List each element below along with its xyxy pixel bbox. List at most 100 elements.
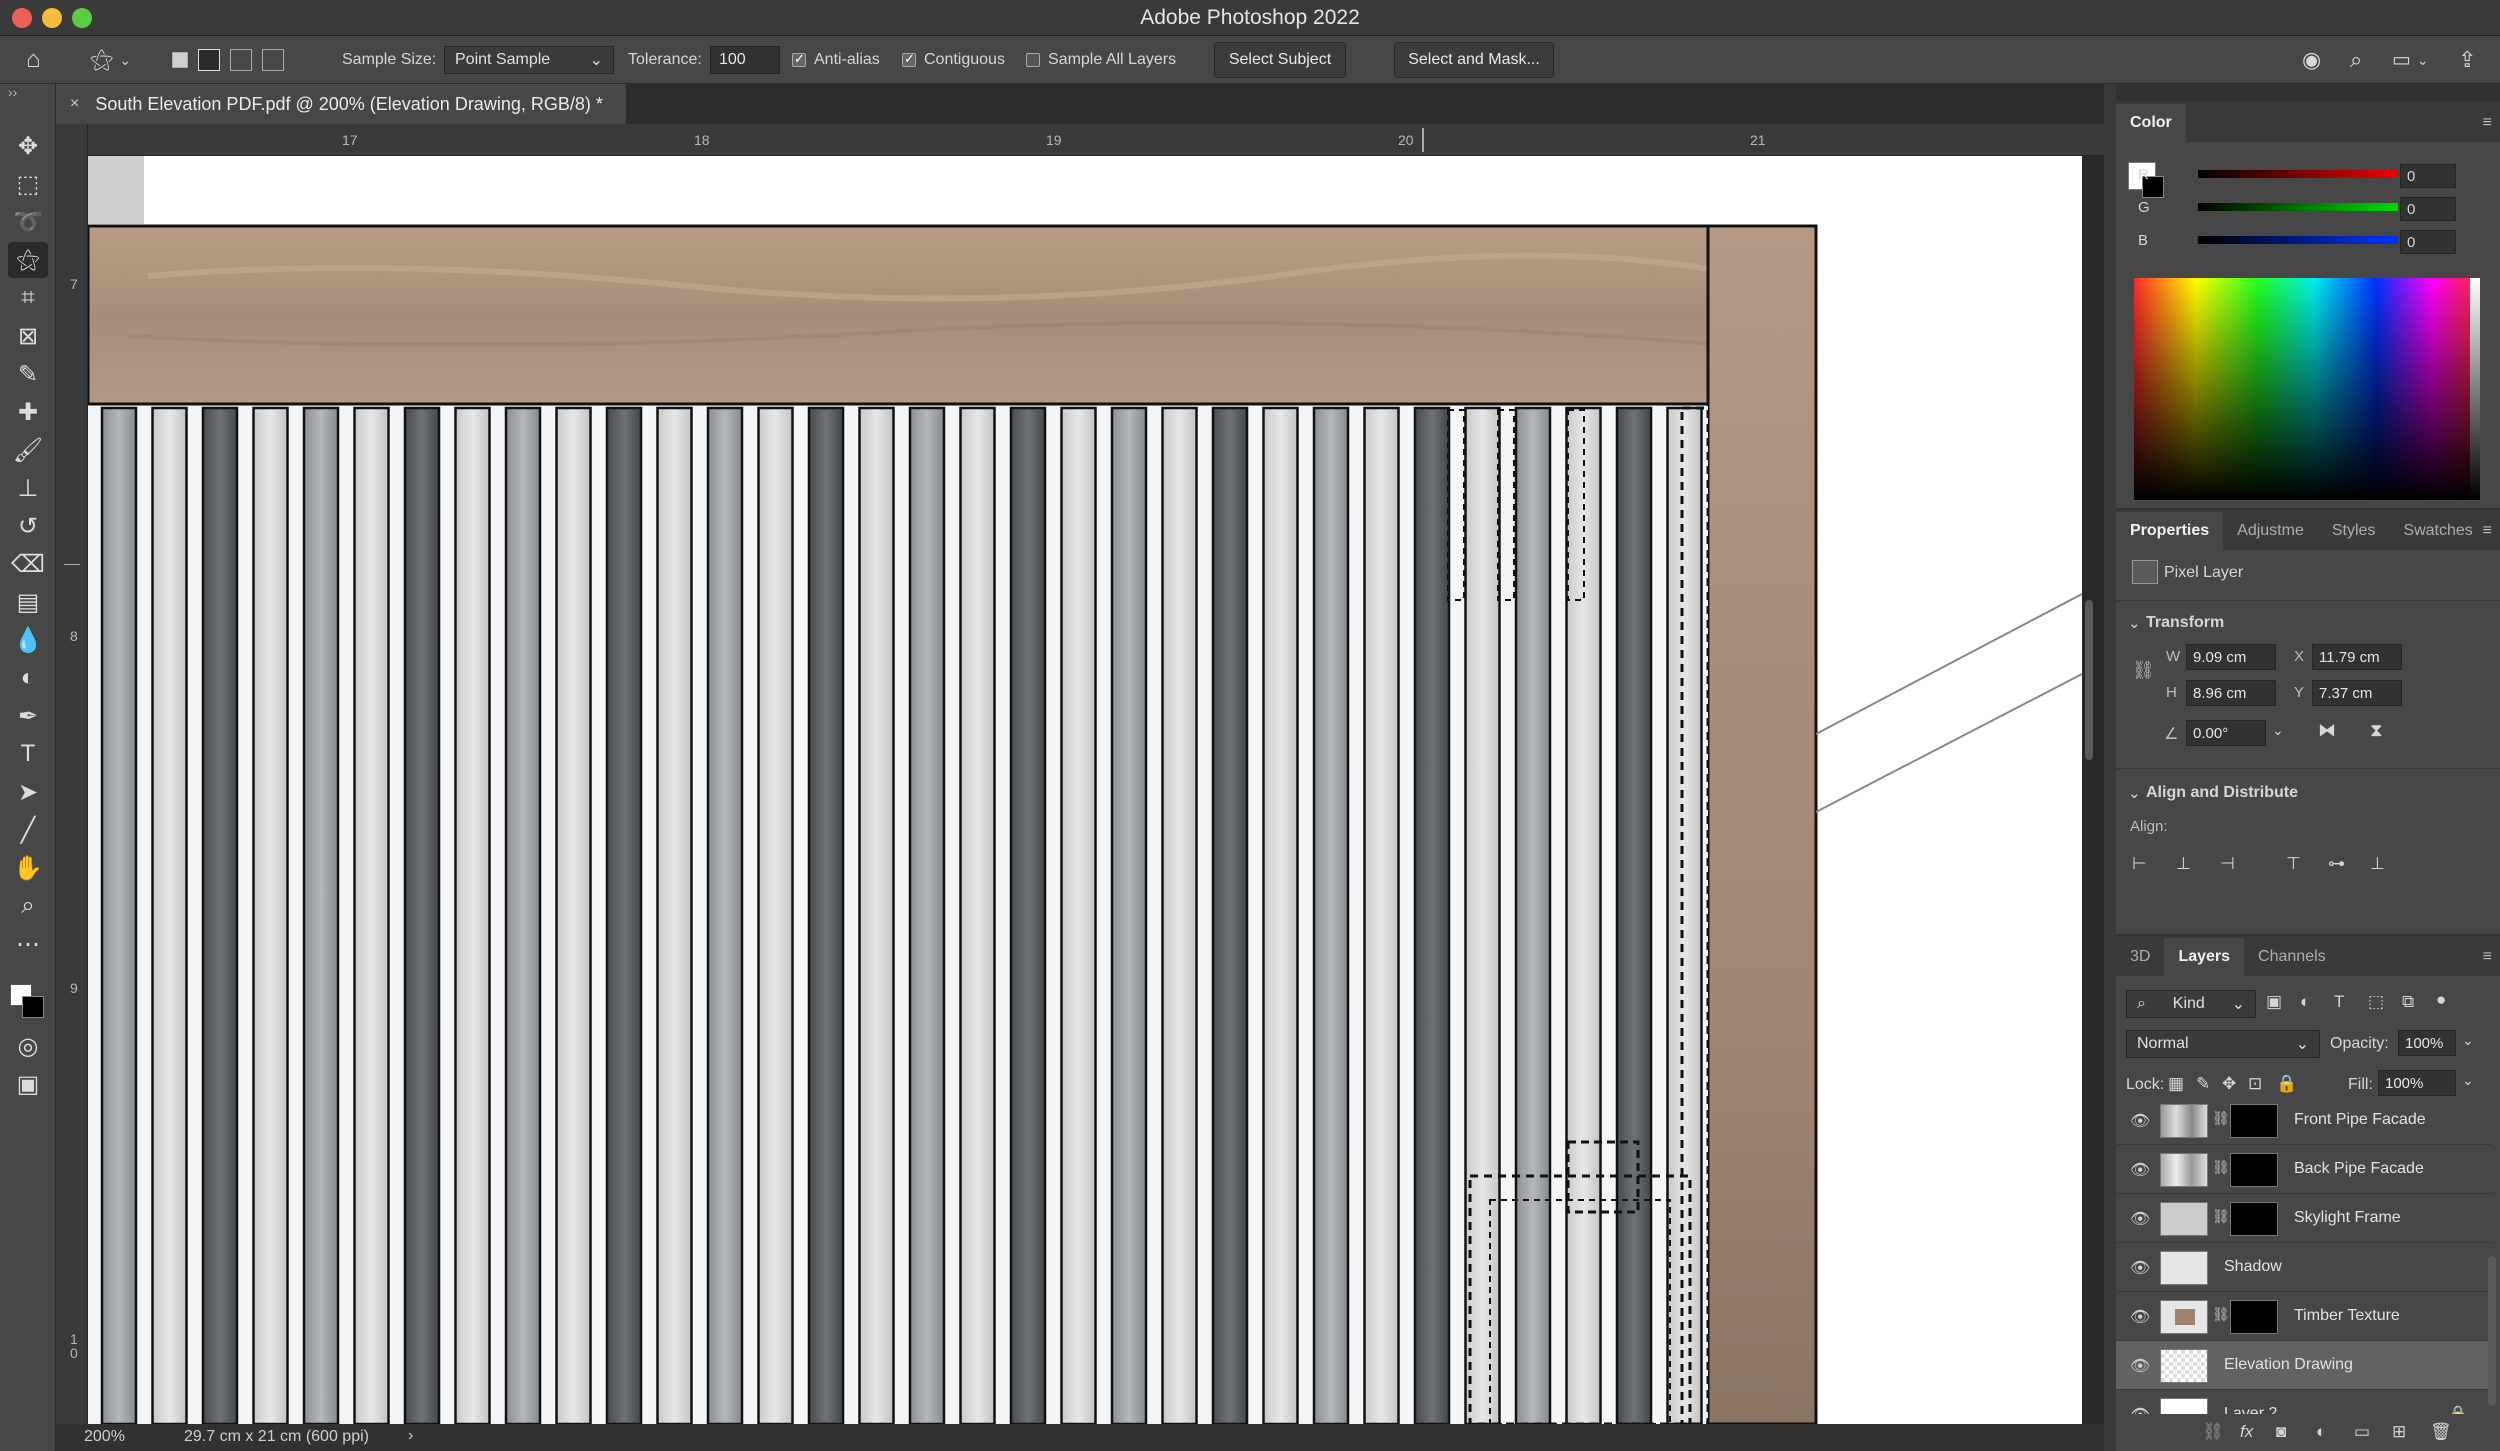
select-subject-button[interactable]: Select Subject [1214,42,1346,78]
workspace-icon[interactable]: ▭ ⌄ [2392,36,2429,84]
anti-alias-option[interactable]: Anti-alias [792,36,880,84]
filter-toggle-icon[interactable]: ● [2436,990,2446,1010]
green-slider[interactable]: G 0 [2126,197,2466,223]
blue-value[interactable]: 0 [2400,230,2456,254]
tab-layers[interactable]: Layers [2164,938,2245,976]
expand-tools-icon[interactable]: ›› [8,84,17,100]
magic-wand-preset-icon[interactable]: ⚝ ⌄ [90,36,131,84]
layer-row[interactable]: 👁 Shadow [2116,1243,2492,1292]
clone-stamp-tool-icon[interactable]: ⊥ [8,470,48,506]
history-brush-tool-icon[interactable]: ↺ [8,508,48,544]
filter-adjustment-icon[interactable]: ◐ [2300,992,2310,1012]
quick-mask-icon[interactable]: ◎ [8,1028,48,1064]
blend-mode-dropdown[interactable]: Normal ⌄ [2126,1030,2320,1058]
layer-name[interactable]: Elevation Drawing [2224,1356,2353,1374]
link-layers-icon[interactable]: ⛓ [2202,1422,2224,1442]
gradient-tool-icon[interactable]: ▤ [8,584,48,620]
red-slider[interactable]: R 0 [2126,164,2466,190]
layer-mask-thumbnail[interactable] [2230,1202,2278,1236]
chevron-down-icon[interactable]: ⌄ [2462,1072,2474,1089]
subtract-from-selection-icon[interactable] [230,49,252,71]
background-color-swatch[interactable] [22,996,44,1018]
flip-horizontal-icon[interactable]: ⧓ [2318,720,2336,741]
green-value[interactable]: 0 [2400,197,2456,221]
new-selection-icon[interactable] [172,52,188,68]
elevation-drawing-image[interactable] [88,156,2104,1424]
link-icon[interactable]: ⛓ [2132,660,2155,681]
tolerance-input[interactable]: 100 [710,46,780,74]
link-icon[interactable]: ⛓ [2212,1110,2230,1127]
eye-icon[interactable]: 👁 [2130,1258,2150,1278]
share-icon[interactable]: ⇪ [2458,36,2476,84]
adjustment-layer-icon[interactable]: ◐ [2316,1422,2326,1442]
anti-alias-checkbox[interactable] [792,51,806,67]
angle-input[interactable]: 0.00° [2186,720,2266,746]
layer-name[interactable]: Front Pipe Facade [2294,1111,2426,1129]
layer-name[interactable]: Shadow [2224,1258,2282,1276]
lock-transparent-icon[interactable]: ▦ [2168,1074,2184,1094]
zoom-tool-icon[interactable]: ⌕ [8,888,48,924]
vertical-ruler[interactable]: 7 8 9 1 0 [56,124,88,1424]
layer-filter-dropdown[interactable]: ⌕ Kind ⌄ [2126,990,2256,1018]
crop-tool-icon[interactable]: ⌗ [8,280,48,316]
search-icon[interactable]: ⌕ [2350,36,2362,84]
layer-row[interactable]: 👁 ⛓ Timber Texture [2116,1292,2492,1341]
lock-all-icon[interactable]: 🔒 [2276,1074,2297,1094]
close-tab-icon[interactable]: × [70,95,79,113]
frame-tool-icon[interactable]: ⊠ [8,318,48,354]
type-tool-icon[interactable]: T [8,736,48,772]
align-top-icon[interactable]: ⊤ [2286,854,2301,874]
new-group-icon[interactable]: ▭ [2354,1422,2370,1442]
y-input[interactable]: 7.37 cm [2312,680,2402,706]
link-icon[interactable]: ⛓ [2212,1306,2230,1323]
add-mask-icon[interactable]: ◙ [2276,1422,2286,1442]
chevron-down-icon[interactable]: ⌄ [2128,614,2141,632]
marquee-tool-icon[interactable]: ⬚ [8,166,48,202]
opacity-input[interactable]: 100% [2398,1030,2456,1056]
layer-name[interactable]: Skylight Frame [2294,1209,2401,1227]
intersect-selection-icon[interactable] [262,49,284,71]
edit-toolbar-icon[interactable]: ⋯ [8,926,48,962]
layer-name[interactable]: Timber Texture [2294,1307,2400,1325]
layer-row[interactable]: 👁 ⛓ Front Pipe Facade [2116,1104,2492,1145]
add-to-selection-icon[interactable] [198,49,220,71]
brush-tool-icon[interactable]: 🖌 [8,432,48,468]
tab-color[interactable]: Color [2116,104,2186,142]
layer-mask-thumbnail[interactable] [2230,1300,2278,1334]
contiguous-checkbox[interactable] [902,51,916,67]
layer-mask-thumbnail[interactable] [2230,1104,2278,1138]
share-learn-icon[interactable]: ◉ [2302,36,2321,84]
sample-size-dropdown[interactable]: Point Sample ⌄ [444,46,614,74]
panel-menu-icon[interactable]: ≡ [2483,522,2492,540]
height-input[interactable]: 8.96 cm [2186,680,2276,706]
eyedropper-tool-icon[interactable]: ✎ [8,356,48,392]
link-icon[interactable]: ⛓ [2212,1159,2230,1176]
align-section-title[interactable]: Align and Distribute [2146,784,2298,802]
red-value[interactable]: 0 [2400,164,2456,188]
flip-vertical-icon[interactable]: ⧗ [2370,720,2383,741]
align-left-icon[interactable]: ⊢ [2132,854,2147,874]
eraser-tool-icon[interactable]: ⌫ [8,546,48,582]
magic-wand-tool-icon[interactable]: ⚝ [8,242,48,278]
filter-pixel-icon[interactable]: ▣ [2266,992,2282,1012]
fx-icon[interactable]: fx [2240,1422,2253,1442]
hand-tool-icon[interactable]: ✋ [8,850,48,886]
tab-properties[interactable]: Properties [2116,512,2224,550]
status-menu-arrow[interactable]: › [408,1427,413,1445]
x-input[interactable]: 11.79 cm [2312,644,2402,670]
color-spectrum[interactable] [2134,278,2480,500]
lock-paint-icon[interactable]: ✎ [2196,1074,2210,1094]
panel-menu-icon[interactable]: ≡ [2483,114,2492,132]
link-icon[interactable]: ⛓ [2212,1208,2230,1225]
tab-swatches[interactable]: Swatches [2389,512,2486,550]
chevron-down-icon[interactable]: ⌄ [2128,784,2141,802]
tab-styles[interactable]: Styles [2318,512,2390,550]
eye-icon[interactable]: 👁 [2130,1405,2150,1414]
contiguous-option[interactable]: Contiguous [902,36,1005,84]
tab-3d[interactable]: 3D [2116,938,2164,976]
eye-icon[interactable]: 👁 [2130,1209,2150,1229]
layers-scrollbar[interactable] [2488,1256,2496,1406]
layer-mask-thumbnail[interactable] [2230,1153,2278,1187]
tab-channels[interactable]: Channels [2244,938,2340,976]
filter-shape-icon[interactable]: ⬚ [2368,992,2384,1012]
